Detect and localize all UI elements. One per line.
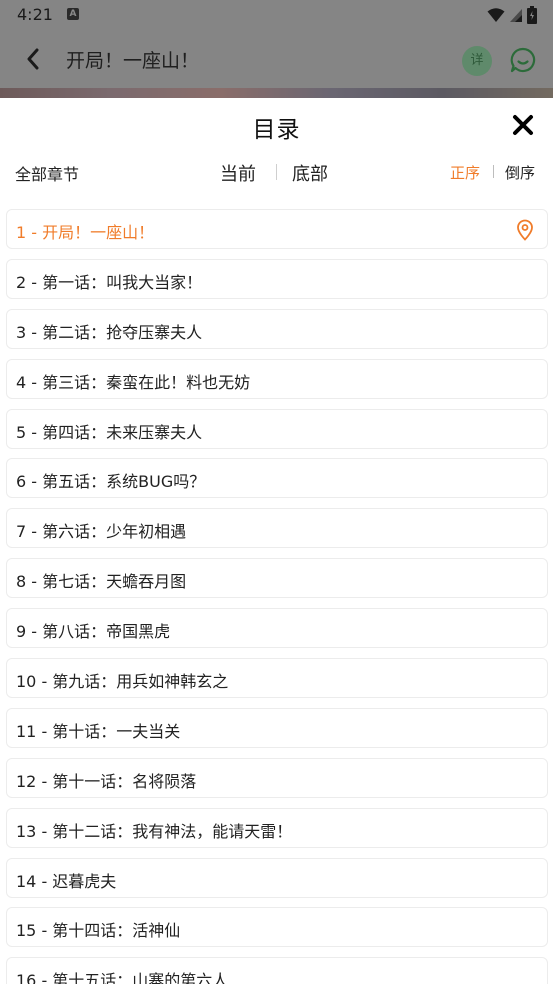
chapter-item[interactable]: 13 - 第十二话：我有神法，能请天雷！ [6,807,548,848]
detail-button[interactable]: 详 [462,46,492,76]
screen: 4:21 A 开局！一座山！ 详 目录 全部章节 当前 底部 正序 倒序 1 -… [0,0,553,984]
nav-divider [276,164,277,180]
chapter-title: 5 - 第四话：未来压寨夫人 [16,422,203,442]
chapter-title: 6 - 第五话：系统BUG吗？ [16,472,206,492]
chapter-item[interactable]: 3 - 第二话：抢夺压寨夫人 [6,308,548,349]
chapter-title: 2 - 第一话：叫我大当家！ [16,272,203,292]
all-chapters-label: 全部章节 [15,165,80,184]
app-header: 开局！一座山！ 详 [0,30,553,88]
jump-bottom-button[interactable]: 底部 [292,160,328,186]
chapter-item[interactable]: 9 - 第八话：帝国黑虎 [6,608,548,649]
chapter-title: 4 - 第三话：秦蛮在此！料也无妨 [16,372,251,392]
chapter-title: 14 - 迟暮虎夫 [16,871,117,891]
chapter-item[interactable]: 7 - 第六话：少年初相遇 [6,508,548,549]
chapter-item[interactable]: 8 - 第七话：天蟾吞月图 [6,558,548,599]
chapter-item[interactable]: 1 - 开局！一座山！ [6,209,548,249]
sheet-title: 目录 [252,117,301,143]
chapter-title: 1 - 开局！一座山！ [16,223,155,242]
status-bar: 4:21 A [0,0,553,30]
comic-title: 开局！一座山！ [66,50,200,72]
chapter-item[interactable]: 6 - 第五话：系统BUG吗？ [6,458,548,499]
chapter-item[interactable]: 16 - 第十五话：山寨的第六人 [6,957,548,984]
chapter-item[interactable]: 12 - 第十一话：名将陨落 [6,757,548,798]
chapter-item[interactable]: 15 - 第十四话：活神仙 [6,907,548,948]
chapter-title: 11 - 第十话：一夫当关 [16,721,181,741]
comment-button[interactable] [508,45,538,75]
chat-bubble-icon [510,47,536,73]
chapter-item[interactable]: 10 - 第九话：用兵如神韩玄之 [6,658,548,699]
status-time: 4:21 [17,5,53,24]
jump-current-button[interactable]: 当前 [220,160,256,186]
directory-controls: 全部章节 当前 底部 正序 倒序 [0,156,553,190]
sort-ascending-button[interactable]: 正序 [450,162,480,183]
chapter-title: 16 - 第十五话：山寨的第六人 [16,971,229,984]
close-icon [513,115,533,135]
chapter-item[interactable]: 2 - 第一话：叫我大当家！ [6,258,548,299]
chapter-list: 1 - 开局！一座山！ 2 - 第一话：叫我大当家！ 3 - 第二话：抢夺压寨夫… [0,209,553,984]
wifi-icon [487,8,505,22]
chapter-title: 7 - 第六话：少年初相遇 [16,522,187,542]
sort-divider [493,165,494,178]
battery-icon [527,6,537,24]
chapter-title: 10 - 第九话：用兵如神韩玄之 [16,672,229,692]
chapter-directory-sheet: 目录 全部章节 当前 底部 正序 倒序 1 - 开局！一座山！ 2 - 第一话：… [0,98,553,984]
close-button[interactable] [510,112,536,138]
chapter-item[interactable]: 5 - 第四话：未来压寨夫人 [6,408,548,449]
chapter-title: 13 - 第十二话：我有神法，能请天雷！ [16,821,293,841]
back-button[interactable] [20,46,46,72]
chapter-item[interactable]: 14 - 迟暮虎夫 [6,857,548,898]
background-scrim[interactable]: 4:21 A 开局！一座山！ 详 [0,0,553,98]
chapter-title: 8 - 第七话：天蟾吞月图 [16,572,187,592]
sort-descending-button[interactable]: 倒序 [505,162,535,183]
cover-banner [0,88,553,98]
notification-icon: A [67,8,79,20]
chevron-left-icon [27,48,39,70]
chapter-item[interactable]: 4 - 第三话：秦蛮在此！料也无妨 [6,358,548,399]
chapter-title: 9 - 第八话：帝国黑虎 [16,622,171,642]
chapter-item[interactable]: 11 - 第十话：一夫当关 [6,707,548,748]
chapter-title: 3 - 第二话：抢夺压寨夫人 [16,322,203,342]
chapter-title: 12 - 第十一话：名将陨落 [16,771,197,791]
status-icons [487,6,537,24]
signal-icon [510,9,522,22]
chapter-title: 15 - 第十四话：活神仙 [16,921,181,941]
location-pin-icon [517,219,533,241]
